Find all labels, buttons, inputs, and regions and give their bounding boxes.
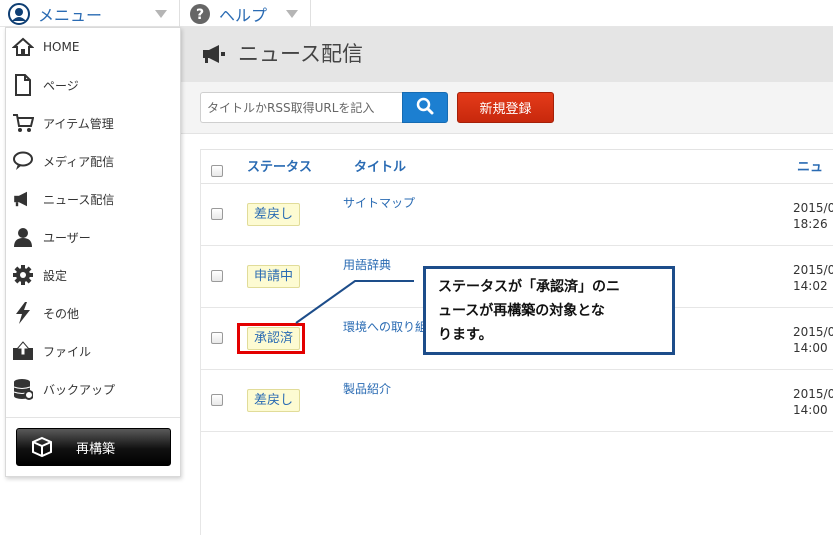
home-icon bbox=[11, 35, 35, 59]
menu-item-label: その他 bbox=[43, 306, 80, 321]
row-date-time: 14:00 bbox=[793, 341, 828, 355]
callout-line-3: ります。 bbox=[438, 327, 493, 343]
menu-item-label: ファイル bbox=[43, 344, 92, 359]
page-title: ニュース配信 bbox=[238, 42, 363, 66]
help-dropdown[interactable]: ? ヘルプ bbox=[181, 0, 311, 27]
menu-item-page[interactable]: ページ bbox=[6, 66, 180, 104]
menu-item-label: メディア配信 bbox=[43, 154, 115, 169]
user-circle-icon bbox=[8, 2, 30, 25]
cart-icon bbox=[11, 111, 35, 135]
menu-item-label: アイテム管理 bbox=[43, 116, 114, 131]
row-date: 2015/0 14:00 bbox=[793, 386, 833, 418]
menu-item-label: ユーザー bbox=[43, 230, 91, 245]
row-title-link[interactable]: 製品紹介 bbox=[343, 380, 391, 397]
menu-item-news[interactable]: ニュース配信 bbox=[6, 180, 180, 218]
menu-item-label: HOME bbox=[43, 40, 80, 54]
top-bar: メニュー ? ヘルプ bbox=[0, 0, 833, 27]
svg-text:?: ? bbox=[196, 7, 204, 23]
menu-item-user[interactable]: ユーザー bbox=[6, 218, 180, 256]
row-checkbox[interactable] bbox=[211, 208, 223, 220]
row-date-day: 2015/0 bbox=[793, 201, 833, 215]
row-checkbox[interactable] bbox=[211, 394, 223, 406]
menu-item-items[interactable]: アイテム管理 bbox=[6, 104, 180, 142]
row-date-day: 2015/0 bbox=[793, 325, 833, 339]
menu-item-other[interactable]: その他 bbox=[6, 294, 180, 332]
row-date-day: 2015/0 bbox=[793, 387, 833, 401]
menu-dropdown[interactable]: メニュー bbox=[0, 0, 180, 27]
megaphone-icon bbox=[202, 44, 226, 67]
menu-item-label: 設定 bbox=[43, 268, 68, 283]
row-checkbox[interactable] bbox=[211, 270, 223, 282]
callout-line-2: ュースが再構築の対象とな bbox=[438, 303, 605, 319]
row-title-link[interactable]: サイトマップ bbox=[343, 194, 415, 211]
status-badge: 差戻し bbox=[247, 389, 301, 412]
menu-item-label: バックアップ bbox=[43, 382, 116, 397]
menu-item-backup[interactable]: バックアップ bbox=[6, 370, 180, 408]
row-title-link[interactable]: 用語辞典 bbox=[343, 256, 391, 273]
menu-item-label: ページ bbox=[43, 78, 79, 93]
row-date-time: 14:02 bbox=[793, 279, 828, 293]
search-icon bbox=[416, 97, 434, 118]
search-button[interactable] bbox=[402, 92, 448, 123]
rebuild-label: 再構築 bbox=[76, 441, 116, 457]
menu-divider bbox=[6, 417, 180, 418]
header-title[interactable]: タイトル bbox=[354, 150, 406, 185]
table-row: 差戻し サイトマップ 2015/0 18:26 bbox=[201, 184, 833, 246]
upload-icon bbox=[11, 339, 35, 363]
status-badge: 差戻し bbox=[247, 203, 301, 226]
side-menu: HOME ページ アイテム管理 メディア配信 ニュース配信 ユーザー 設定 その… bbox=[5, 27, 181, 477]
select-all-checkbox[interactable] bbox=[211, 165, 223, 177]
megaphone-icon bbox=[11, 187, 35, 211]
row-date: 2015/0 18:26 bbox=[793, 200, 833, 232]
row-date-time: 14:00 bbox=[793, 403, 828, 417]
row-checkbox[interactable] bbox=[211, 332, 223, 344]
search-input[interactable] bbox=[200, 92, 403, 123]
header-date[interactable]: ニュー bbox=[797, 150, 833, 210]
menu-item-media[interactable]: メディア配信 bbox=[6, 142, 180, 180]
row-date: 2015/0 14:02 bbox=[793, 262, 833, 294]
row-date-time: 18:26 bbox=[793, 217, 828, 231]
table-row: 差戻し 製品紹介 2015/0 14:00 bbox=[201, 370, 833, 432]
menu-item-home[interactable]: HOME bbox=[6, 28, 180, 66]
row-title-link[interactable]: 環境への取り組 bbox=[343, 318, 427, 335]
chevron-down-icon bbox=[286, 10, 298, 18]
page-icon bbox=[11, 73, 35, 97]
rebuild-button[interactable]: 再構築 bbox=[16, 428, 171, 466]
chevron-down-icon bbox=[155, 10, 167, 18]
gear-icon bbox=[11, 263, 35, 287]
header-status[interactable]: ステータス bbox=[247, 150, 312, 185]
callout-line-1: ステータスが「承認済」のニ bbox=[438, 279, 620, 295]
new-register-button[interactable]: 新規登録 bbox=[457, 92, 554, 123]
callout-note: ステータスが「承認済」のニ ュースが再構築の対象とな ります。 bbox=[423, 266, 675, 355]
row-date-day: 2015/0 bbox=[793, 263, 833, 277]
menu-item-file[interactable]: ファイル bbox=[6, 332, 180, 370]
cube-icon bbox=[30, 435, 54, 459]
database-icon bbox=[11, 377, 35, 401]
menu-item-settings[interactable]: 設定 bbox=[6, 256, 180, 294]
table-header: ステータス タイトル ニュー bbox=[201, 149, 833, 210]
help-label: ヘルプ bbox=[219, 5, 268, 25]
status-badge: 申請中 bbox=[247, 265, 301, 288]
status-highlight-box bbox=[237, 323, 305, 354]
user-icon bbox=[11, 225, 35, 249]
row-date: 2015/0 14:00 bbox=[793, 324, 833, 356]
help-icon: ? bbox=[189, 3, 211, 25]
menu-label: メニュー bbox=[38, 5, 103, 25]
speech-bubble-icon bbox=[11, 149, 35, 173]
menu-item-label: ニュース配信 bbox=[43, 192, 115, 207]
lightning-icon bbox=[11, 301, 35, 325]
